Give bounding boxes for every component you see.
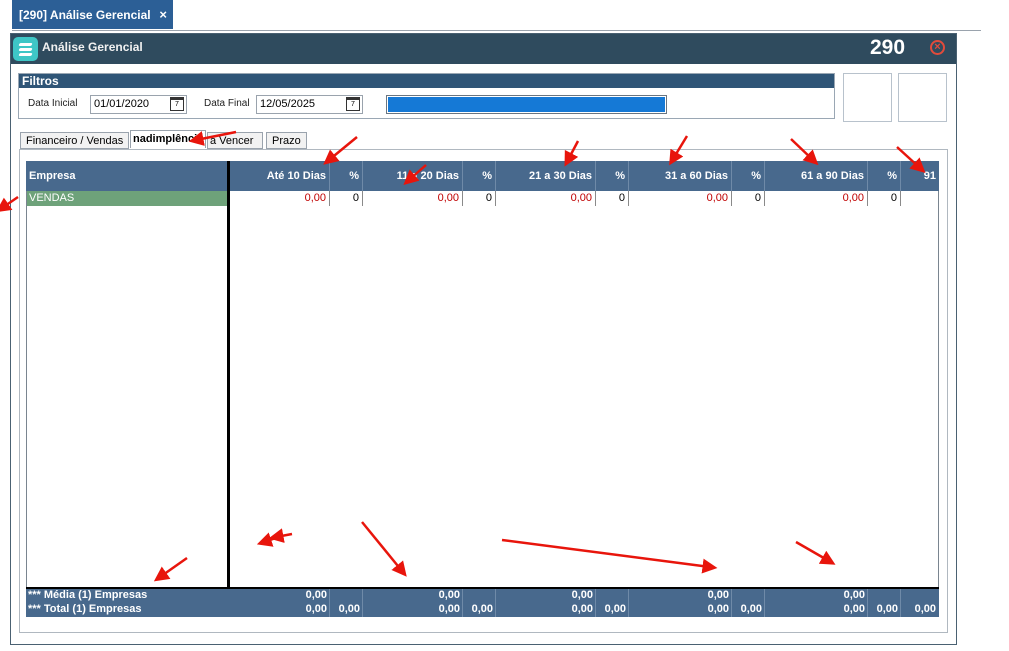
annotation-arrow [795,540,836,565]
annotation-arrow [188,130,237,146]
annotation-arrow [0,195,19,213]
annotation-arrow [256,532,277,547]
annotation-arrow [153,556,188,582]
annotation-arrow [323,136,358,165]
annotation-arrow [268,528,293,543]
annotation-arrow [564,140,580,167]
annotation-arrow [669,135,689,166]
annotation-arrow [403,164,427,185]
annotation-arrow [501,538,718,574]
annotation-arrows [0,130,926,582]
annotation-arrow [790,138,819,166]
annotation-arrow [361,521,407,577]
annotation-arrow [896,146,926,174]
